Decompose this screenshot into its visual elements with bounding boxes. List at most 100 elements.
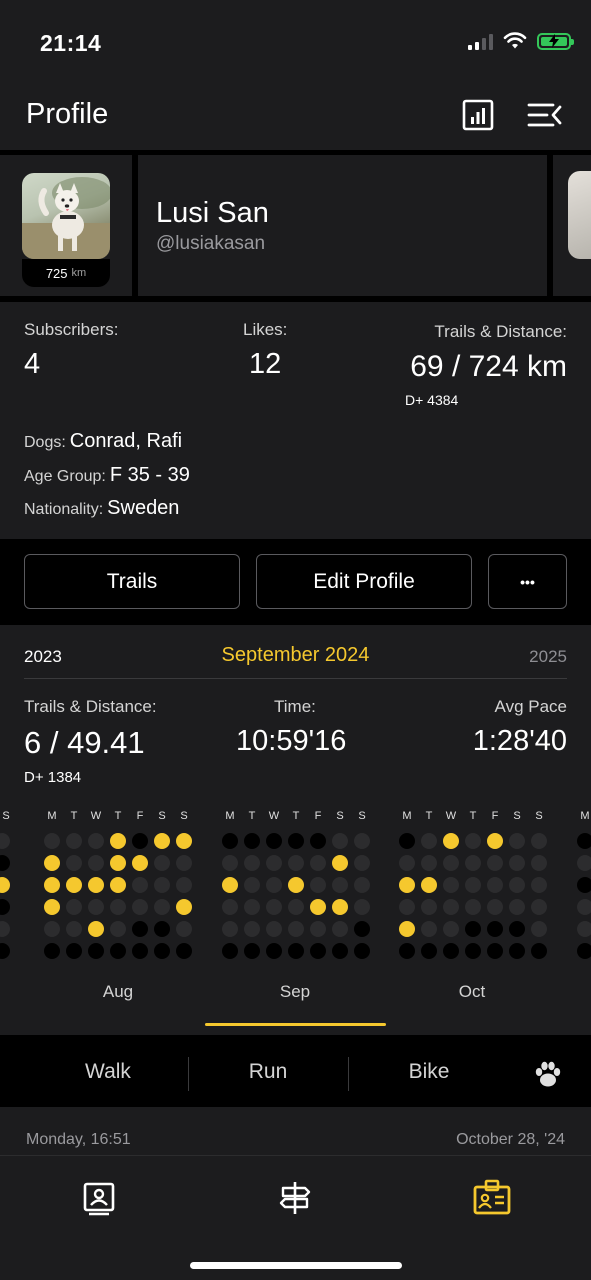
dogs-value[interactable]: Conrad, Rafi [70, 430, 182, 452]
heatmap-day-dot [465, 943, 481, 959]
feed-entry-header[interactable]: Monday, 16:51 October 28, '24 [0, 1107, 591, 1155]
avg-pace-label: Avg Pace [494, 697, 567, 716]
signpost-icon[interactable] [275, 1178, 315, 1218]
more-options-button[interactable]: ••• [488, 554, 567, 609]
age-group-row: Age Group: F 35 - 39 [24, 464, 190, 487]
next-card-peek[interactable] [553, 155, 591, 296]
month-label-oct[interactable]: Oct [412, 982, 532, 1002]
contact-card-icon[interactable] [79, 1178, 119, 1218]
heatmap-day-dot [465, 921, 481, 937]
profile-strip: 725 km Lusi San @lusiakasan [0, 155, 591, 296]
weekday-letter: S [180, 810, 188, 822]
status-bar: 21:14 [0, 0, 591, 80]
heatmap-day-dot [222, 921, 238, 937]
bottom-tab-bar [0, 1155, 591, 1280]
activity-type-tabs: Walk Run Bike [0, 1040, 591, 1107]
heatmap-day-dot [132, 899, 148, 915]
tab-run[interactable]: Run [208, 1060, 328, 1084]
collapse-menu-icon[interactable] [527, 97, 563, 133]
month-elevation: D+ 1384 [24, 769, 82, 786]
weekday-letter: T [70, 810, 78, 822]
heatmap-day-dot [154, 877, 170, 893]
trails-button[interactable]: Trails [24, 554, 240, 609]
heatmap-day-dot [531, 833, 547, 849]
heatmap-day-dot [110, 855, 126, 871]
heatmap-day-dot [577, 921, 591, 937]
status-time: 21:14 [40, 30, 102, 56]
heatmap-day-dot [399, 855, 415, 871]
heatmap-day-dot [421, 877, 437, 893]
heatmap-day-dot [509, 855, 525, 871]
heatmap-day-dot [44, 943, 60, 959]
paw-icon[interactable] [533, 1059, 563, 1094]
heatmap-day-dot [465, 877, 481, 893]
next-year-button[interactable]: 2025 [529, 647, 567, 667]
tab-bike[interactable]: Bike [369, 1060, 489, 1084]
divider [188, 1057, 189, 1091]
feed-entry-time: Monday, 16:51 [26, 1131, 131, 1148]
edit-profile-button[interactable]: Edit Profile [256, 554, 472, 609]
current-month[interactable]: September 2024 [0, 644, 591, 667]
weekday-letter: W [268, 810, 280, 822]
next-card-image [568, 171, 591, 259]
heatmap-day-dot [443, 855, 459, 871]
weekday-letter: S [535, 810, 543, 822]
heatmap-day-dot [0, 855, 10, 871]
heatmap-day-dot [266, 921, 282, 937]
name-card[interactable]: Lusi San @lusiakasan [138, 155, 547, 296]
avatar-card[interactable]: 725 km [0, 155, 132, 296]
profile-stats: Subscribers: 4 Likes: 12 Trails & Distan… [0, 302, 591, 539]
activity-calendar: 2023 September 2024 2025 Trails & Distan… [0, 625, 591, 1035]
heatmap-day-dot [132, 921, 148, 937]
heatmap-day-dot [88, 899, 104, 915]
subscribers-label: Subscribers: [24, 320, 119, 339]
month-trails-value: 6 / 49.41 [24, 725, 145, 760]
month-label-aug[interactable]: Aug [58, 982, 178, 1002]
likes-value[interactable]: 12 [249, 348, 281, 381]
heatmap-day-dot [443, 877, 459, 893]
dogs-row: Dogs: Conrad, Rafi [24, 430, 182, 453]
weekday-letter: F [136, 810, 144, 822]
heatmap-day-dot [288, 921, 304, 937]
heatmap-day-dot [421, 899, 437, 915]
heatmap-day-dot [399, 921, 415, 937]
weekday-letter: S [513, 810, 521, 822]
heatmap-day-dot [154, 833, 170, 849]
heatmap-day-dot [354, 855, 370, 871]
heatmap-day-dot [0, 899, 10, 915]
heatmap-day-dot [443, 921, 459, 937]
avatar-km-unit: km [71, 267, 87, 279]
page-title: Profile [26, 98, 109, 130]
heatmap-day-dot [0, 921, 10, 937]
heatmap-day-dot [222, 899, 238, 915]
heatmap-day-dot [332, 899, 348, 915]
bar-chart-icon[interactable] [460, 97, 496, 133]
action-buttons: Trails Edit Profile ••• [0, 554, 591, 610]
heatmap-day-dot [44, 921, 60, 937]
heatmap-day-dot [487, 943, 503, 959]
month-label-sep[interactable]: Sep [235, 982, 355, 1002]
heatmap-day-dot [244, 921, 260, 937]
activity-heatmap[interactable]: MTWTFSSMTWTFSSMTWTFSSSM [0, 810, 591, 963]
id-badge-icon[interactable] [472, 1178, 512, 1218]
heatmap-day-dot [222, 877, 238, 893]
age-group-label: Age Group: [24, 468, 106, 485]
heatmap-day-dot [110, 877, 126, 893]
subscribers-value[interactable]: 4 [24, 348, 40, 381]
tab-walk[interactable]: Walk [48, 1060, 168, 1084]
heatmap-day-dot [310, 921, 326, 937]
weekday-letter: W [445, 810, 457, 822]
dogs-label: Dogs: [24, 434, 66, 451]
heatmap-day-dot [110, 921, 126, 937]
wifi-icon [503, 32, 527, 49]
heatmap-day-dot [176, 943, 192, 959]
heatmap-day-dot [509, 833, 525, 849]
heatmap-day-dot [88, 877, 104, 893]
heatmap-day-dot [288, 877, 304, 893]
heatmap-day-dot [44, 877, 60, 893]
heatmap-day-dot [354, 899, 370, 915]
heatmap-day-dot [110, 943, 126, 959]
avatar[interactable] [22, 173, 110, 259]
heatmap-day-dot [154, 899, 170, 915]
heatmap-day-dot [222, 833, 238, 849]
